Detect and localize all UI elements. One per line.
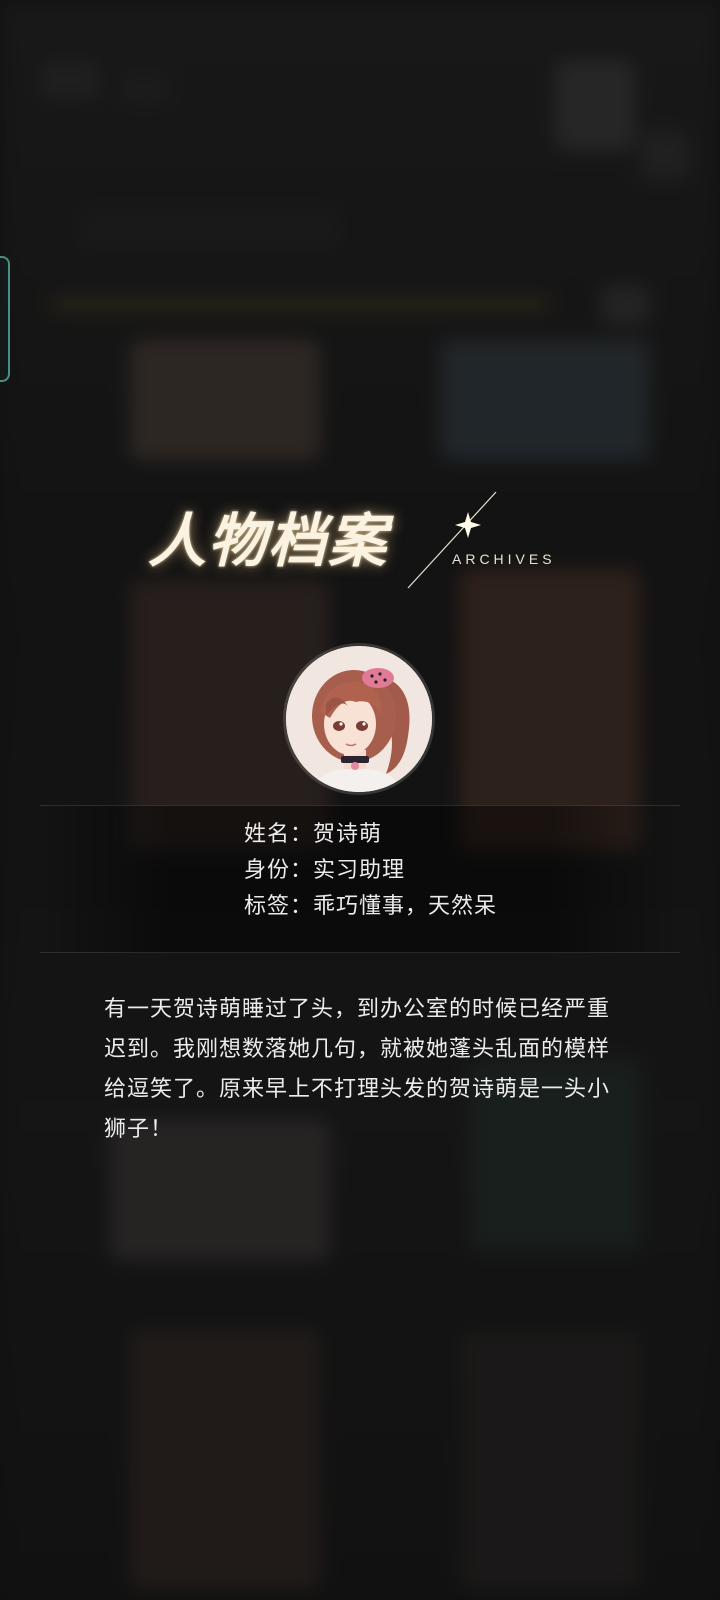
tags-row: 标签：乖巧懂事，天然呆	[244, 888, 497, 920]
profile-info-panel: 姓名：贺诗萌 身份：实习助理 标签：乖巧懂事，天然呆	[40, 805, 680, 953]
character-avatar	[286, 646, 432, 792]
tags-label: 标签：	[244, 894, 314, 919]
dim-overlay	[0, 0, 720, 1600]
name-label: 姓名：	[244, 822, 314, 847]
character-description: 有一天贺诗萌睡过了头，到办公室的时候已经严重迟到。我刚想数落她几句，就被她蓬头乱…	[104, 997, 611, 1142]
archive-title: 人物档案 ARCHIVES	[140, 490, 590, 610]
sparkle-slash-icon	[407, 491, 497, 589]
identity-value: 实习助理	[313, 858, 406, 883]
tags-value: 乖巧懂事，天然呆	[313, 894, 498, 919]
title-main-text: 人物档案	[148, 507, 389, 575]
side-drawer-handle[interactable]	[0, 256, 10, 382]
title-sub-text: ARCHIVES	[452, 551, 556, 567]
archive-screen: 人物档案 ARCHIVES 姓名：贺诗萌 身份：实习助理 标签：乖巧懂事，天然呆…	[0, 0, 720, 1600]
name-row: 姓名：贺诗萌	[244, 816, 382, 848]
name-value: 贺诗萌	[313, 822, 383, 847]
character-portrait-icon	[286, 646, 432, 792]
identity-row: 身份：实习助理	[244, 852, 405, 884]
identity-label: 身份：	[244, 858, 314, 883]
